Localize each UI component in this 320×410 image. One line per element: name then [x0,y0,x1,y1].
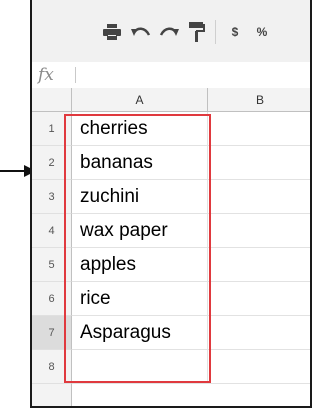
column-header-a[interactable]: A [72,88,208,112]
highlight-box [64,114,211,383]
column-header-b[interactable]: B [208,88,310,112]
formula-divider [75,67,76,83]
cell-b7[interactable] [208,316,310,350]
undo-icon[interactable] [130,22,152,42]
cell-b8[interactable] [208,350,310,384]
cell-b2[interactable] [208,146,310,180]
print-icon[interactable] [102,22,122,42]
formula-bar: fx [32,62,310,89]
fx-label: fx [38,65,54,85]
spreadsheet-window: $ % fx A B 1 2 3 4 5 6 7 8 cherries bana… [30,0,312,408]
toolbar: $ % [32,0,310,63]
cell-b5[interactable] [208,248,310,282]
toolbar-divider [215,20,216,44]
currency-button[interactable]: $ [228,22,242,42]
paint-format-icon[interactable] [187,22,207,42]
row-header-9[interactable] [32,384,72,406]
redo-icon[interactable] [158,22,180,42]
cell-b6[interactable] [208,282,310,316]
cell-b1[interactable] [208,112,310,146]
cell-b3[interactable] [208,180,310,214]
cell-b4[interactable] [208,214,310,248]
percent-button[interactable]: % [254,22,270,42]
select-all-corner[interactable] [32,88,72,112]
